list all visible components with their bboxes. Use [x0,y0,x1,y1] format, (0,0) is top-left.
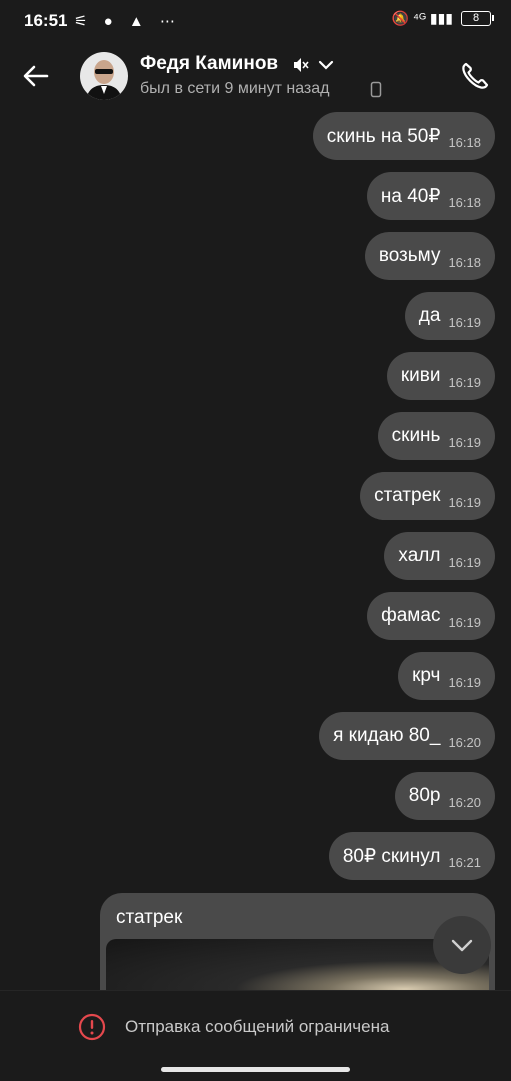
message-time: 16:18 [448,134,481,150]
message-time: 16:20 [448,734,481,750]
restriction-notice: Отправка сообщений ограничена [125,1017,390,1036]
chevron-down-icon[interactable] [318,58,334,72]
outgoing-message[interactable]: крч 16:19 [398,652,495,700]
message-time: 16:19 [448,314,481,330]
message-text: халл [398,545,441,566]
back-icon[interactable] [20,60,52,92]
outgoing-message[interactable]: скинь 16:19 [377,412,495,460]
scroll-down-button[interactable] [433,916,491,974]
outgoing-message[interactable]: фамас 16:19 [367,592,495,640]
message-text: статрек [374,485,441,506]
message-text: крч [412,665,441,686]
outgoing-message[interactable]: возьму 16:18 [364,232,495,280]
chat-header: Федя Каминов был в сети 9 минут назад [0,40,511,112]
media-caption: статрек [116,907,183,928]
mobile-device-icon [370,81,382,98]
status-time: 16:51 [24,11,68,30]
message-time: 16:21 [448,854,481,870]
outgoing-message[interactable]: 80р 16:20 [394,772,495,820]
status-system-icons: 🔕 ⁴ᴳ ▮▮▮ 8 [391,10,494,27]
message-time: 16:18 [448,254,481,270]
message-text: на 40₽ [380,185,441,207]
message-text: скинь [391,425,441,446]
message-time: 16:19 [448,494,481,510]
message-time: 16:20 [448,794,481,810]
status-bar: 16:51 ⚟ ● ▲ ⋯ 🔕 ⁴ᴳ ▮▮▮ 8 [0,0,511,40]
message-text: киви [400,365,441,386]
outgoing-message[interactable]: на 40₽ 16:18 [366,172,495,220]
outgoing-message[interactable]: халл 16:19 [384,532,495,580]
battery-icon: 8 [461,11,494,26]
last-seen-status: был в сети 9 минут назад [140,80,330,97]
chevron-down-icon [451,939,473,952]
avatar[interactable] [80,52,128,100]
message-text: да [418,305,441,326]
call-icon[interactable] [459,60,491,92]
message-text: 80₽ скинул [342,845,441,867]
outgoing-message[interactable]: статрек 16:19 [360,472,495,520]
message-time: 16:19 [448,614,481,630]
message-text: возьму [378,245,441,266]
outgoing-message[interactable]: 80₽ скинул 16:21 [328,832,495,880]
message-time: 16:19 [448,434,481,450]
error-icon [78,1013,106,1041]
message-text: я кидаю 80_ [333,725,441,746]
signal-icons: 🔕 ⁴ᴳ ▮▮▮ [391,10,453,26]
message-text: скинь на 50₽ [326,125,441,147]
message-text: фамас [381,605,441,626]
message-text: 80р [408,785,441,806]
outgoing-message[interactable]: скинь на 50₽ 16:18 [312,112,495,160]
message-time: 16:18 [448,194,481,210]
message-time: 16:19 [448,374,481,390]
message-time: 16:19 [448,554,481,570]
status-notification-icons: ⚟ ● ▲ ⋯ [74,13,181,30]
bottom-bar: Отправка сообщений ограничена [0,990,511,1081]
outgoing-message[interactable]: киви 16:19 [386,352,495,400]
mute-icon [294,58,309,72]
message-time: 16:19 [448,674,481,690]
contact-name[interactable]: Федя Каминов [140,53,278,75]
home-indicator[interactable] [161,1067,350,1072]
outgoing-message[interactable]: да 16:19 [404,292,495,340]
outgoing-message[interactable]: я кидаю 80_ 16:20 [319,712,495,760]
